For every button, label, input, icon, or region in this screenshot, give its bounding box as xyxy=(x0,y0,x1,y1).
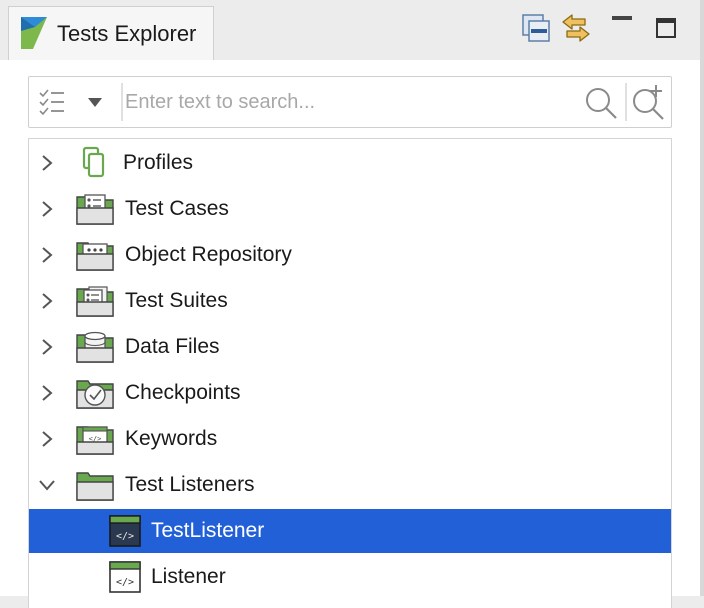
tree-item-label: Listener xyxy=(151,565,226,588)
tree-item-label: Data Files xyxy=(125,335,220,358)
panel-divider[interactable] xyxy=(700,0,704,596)
test-suites-folder-icon xyxy=(76,286,114,317)
filter-list-icon[interactable] xyxy=(37,87,67,117)
link-with-editor-icon xyxy=(562,14,590,42)
search-bar xyxy=(28,76,672,128)
collapse-all-button[interactable] xyxy=(518,10,554,46)
test-cases-folder-icon xyxy=(76,194,114,225)
tree-item-label: Test Listeners xyxy=(125,473,255,496)
chevron-right-icon[interactable] xyxy=(37,291,57,311)
advanced-search-icon[interactable] xyxy=(629,83,667,121)
tree-item-test-cases[interactable]: Test Cases xyxy=(29,187,671,231)
maximize-icon xyxy=(656,18,676,38)
chevron-right-icon[interactable] xyxy=(37,245,57,265)
tree-item-profiles[interactable]: Profiles xyxy=(29,141,671,185)
tree-item-label: Checkpoints xyxy=(125,381,241,404)
tree-item-testlistener[interactable]: </> TestListener xyxy=(29,509,671,553)
minimize-button[interactable] xyxy=(606,10,642,46)
chevron-down-icon[interactable] xyxy=(37,475,57,495)
search-icon[interactable] xyxy=(583,85,619,121)
katalon-logo-icon xyxy=(21,17,47,49)
tree-item-label: Profiles xyxy=(123,151,194,174)
chevron-right-icon[interactable] xyxy=(37,337,57,357)
tree-item-test-suites[interactable]: Test Suites xyxy=(29,279,671,323)
listener-script-icon: </> xyxy=(109,561,141,593)
checkpoints-folder-icon xyxy=(76,380,114,409)
svg-text:</>: </> xyxy=(116,577,134,588)
tests-tree: Profiles Test Cases Object Repository Te… xyxy=(28,138,672,608)
chevron-right-icon[interactable] xyxy=(37,199,57,219)
tree-item-label: Keywords xyxy=(125,427,218,450)
tree-item-keywords[interactable]: </> Keywords xyxy=(29,417,671,461)
search-separator xyxy=(121,83,123,121)
svg-text:</>: </> xyxy=(116,531,134,542)
search-separator xyxy=(625,83,627,121)
tree-item-label: Test Cases xyxy=(125,197,229,220)
tab-title: Tests Explorer xyxy=(57,21,197,46)
search-input[interactable] xyxy=(125,85,577,119)
dropdown-arrow-icon[interactable] xyxy=(85,91,105,113)
maximize-button[interactable] xyxy=(648,10,684,46)
profiles-icon xyxy=(82,146,105,178)
test-listeners-folder-icon xyxy=(76,472,114,501)
tree-item-object-repository[interactable]: Object Repository xyxy=(29,233,671,277)
link-with-editor-button[interactable] xyxy=(558,10,594,46)
tree-item-listener[interactable]: </> Listener xyxy=(29,555,671,599)
minimize-icon xyxy=(612,16,632,20)
collapse-all-icon xyxy=(522,14,550,42)
tree-item-checkpoints[interactable]: Checkpoints xyxy=(29,371,671,415)
tree-item-data-files[interactable]: Data Files xyxy=(29,325,671,369)
tree-item-label: Test Suites xyxy=(125,289,228,312)
keywords-folder-icon: </> xyxy=(76,426,114,455)
object-repository-folder-icon xyxy=(76,242,114,271)
data-files-folder-icon xyxy=(76,331,114,363)
tree-item-label: Object Repository xyxy=(125,243,292,266)
chevron-right-icon[interactable] xyxy=(37,429,57,449)
tab-tests-explorer[interactable]: Tests Explorer xyxy=(8,6,214,60)
chevron-right-icon[interactable] xyxy=(37,153,57,173)
tree-item-test-listeners[interactable]: Test Listeners xyxy=(29,463,671,507)
listener-script-icon: </> xyxy=(109,515,141,547)
tree-item-label: TestListener xyxy=(151,519,265,542)
chevron-right-icon[interactable] xyxy=(37,383,57,403)
